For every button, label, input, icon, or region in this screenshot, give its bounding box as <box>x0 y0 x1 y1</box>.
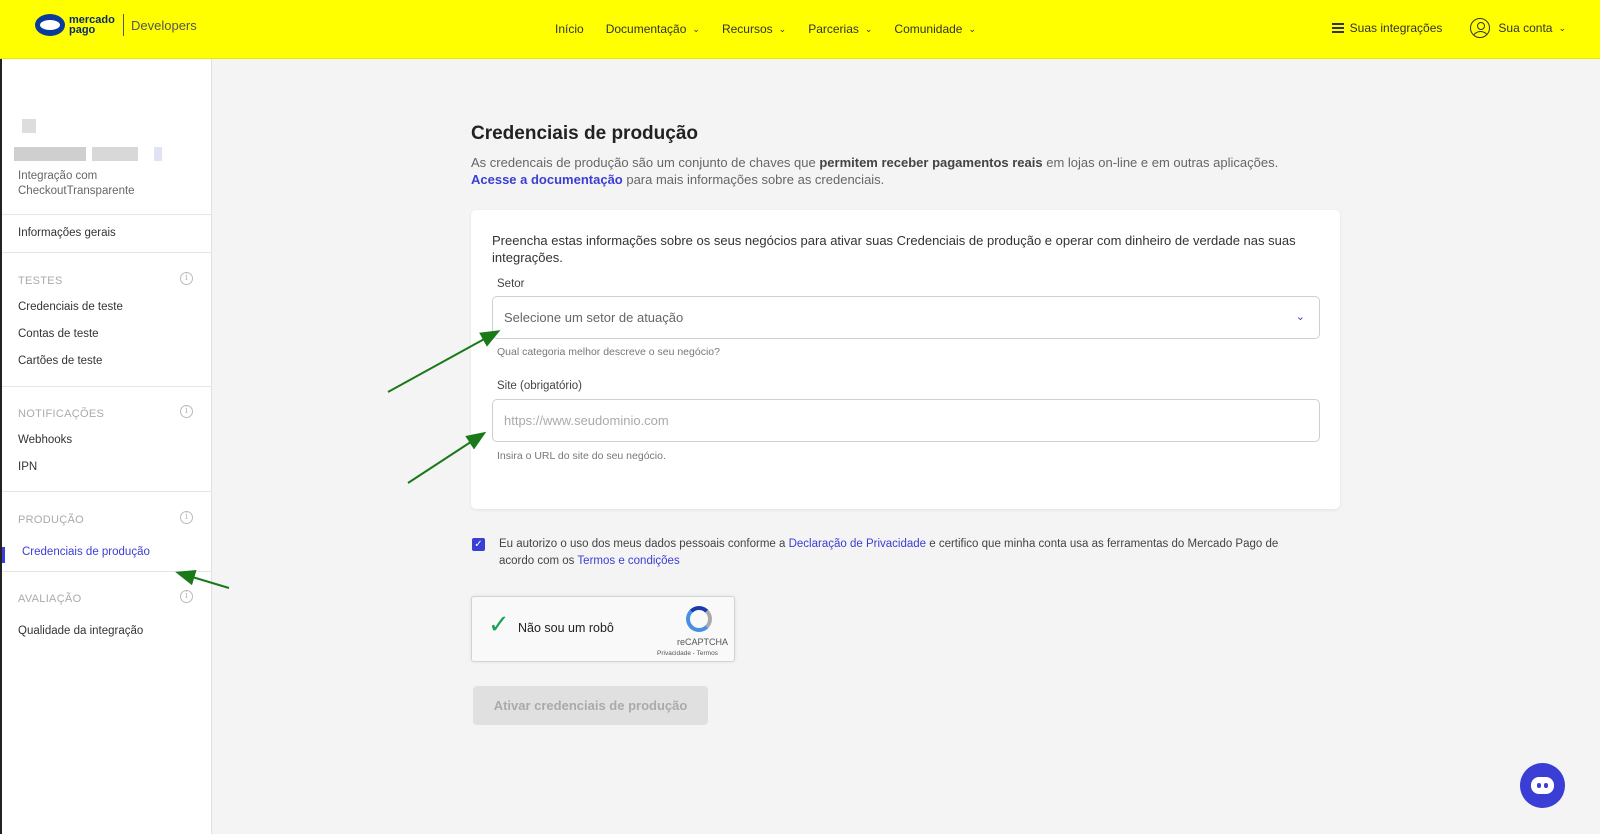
integrations-link[interactable]: Suas integrações <box>1331 21 1442 35</box>
divider <box>2 252 212 253</box>
app-description: Integração com CheckoutTransparente <box>18 170 135 197</box>
site-helper: Insira o URL do site do seu negócio. <box>497 450 666 462</box>
sidebar-item-webhooks[interactable]: Webhooks <box>18 434 72 446</box>
developers-label: Developers <box>131 17 197 33</box>
recaptcha-logo-icon <box>686 606 712 632</box>
info-icon[interactable]: i <box>180 590 193 603</box>
recaptcha-label: Não sou um robô <box>518 621 614 635</box>
recaptcha-widget[interactable]: ✓ Não sou um robô reCAPTCHA Privacidade … <box>471 596 735 662</box>
section-tests: TESTES <box>18 275 63 287</box>
checkmark-icon: ✓ <box>488 610 510 640</box>
info-icon[interactable]: i <box>180 272 193 285</box>
sidebar-item-test-accounts[interactable]: Contas de teste <box>18 328 99 340</box>
sidebar-item-integration-quality[interactable]: Qualidade da integração <box>18 625 143 637</box>
card-intro: Preencha estas informações sobre os seus… <box>492 233 1296 265</box>
sidebar-item-production-credentials[interactable]: Credenciais de produção <box>22 546 150 558</box>
divider <box>2 214 212 215</box>
divider <box>2 491 212 492</box>
sidebar-item-test-credentials[interactable]: Credenciais de teste <box>18 301 123 313</box>
consent-checkbox[interactable]: ✓ <box>472 538 485 551</box>
nav-documentacao[interactable]: Documentação ⌄ <box>606 22 700 36</box>
main-nav: Início Documentação ⌄ Recursos ⌄ Parcerias… <box>555 22 998 36</box>
nav-comunidade[interactable]: Comunidade ⌄ <box>894 22 976 36</box>
mercado-pago-logo[interactable]: mercado pago Developers <box>35 14 197 36</box>
chevron-down-icon: ⌄ <box>864 23 873 34</box>
info-icon[interactable]: i <box>180 405 193 418</box>
list-icon <box>1331 23 1344 33</box>
app-name-blurred <box>14 147 86 161</box>
sidebar: Integração com CheckoutTransparente Info… <box>0 59 212 834</box>
divider <box>2 571 212 572</box>
bot-icon <box>1531 777 1554 794</box>
nav-recursos[interactable]: Recursos ⌄ <box>722 22 786 36</box>
logo-wordmark: mercado pago <box>69 14 115 36</box>
app-name-blurred <box>154 147 162 161</box>
site-input[interactable]: https://www.seudominio.com <box>492 399 1320 442</box>
nav-inicio[interactable]: Início <box>555 22 584 36</box>
terms-link[interactable]: Termos e condições <box>577 555 679 567</box>
chevron-down-icon: ⌄ <box>1295 311 1305 323</box>
top-header: mercado pago Developers Início Documenta… <box>0 0 1600 59</box>
sidebar-item-test-cards[interactable]: Cartões de teste <box>18 355 102 367</box>
sector-select[interactable]: Selecione um setor de atuação ⌄ <box>492 296 1320 339</box>
recaptcha-brand: reCAPTCHA <box>677 637 729 647</box>
app-avatar-blurred <box>22 119 36 133</box>
user-icon <box>1470 18 1491 38</box>
privacy-declaration-link[interactable]: Declaração de Privacidade <box>789 538 926 550</box>
account-menu[interactable]: Sua conta ⌄ <box>1470 18 1566 38</box>
chevron-down-icon: ⌄ <box>1558 22 1566 33</box>
sidebar-item-general-info[interactable]: Informações gerais <box>18 227 116 239</box>
logo-divider <box>123 14 124 36</box>
business-info-card: Preencha estas informações sobre os seus… <box>471 210 1340 509</box>
chat-bot-button[interactable] <box>1520 763 1565 808</box>
header-actions: Suas integrações Sua conta ⌄ <box>1331 18 1566 38</box>
site-label: Site (obrigatório) <box>497 380 583 392</box>
section-production: PRODUÇÃO <box>18 514 84 526</box>
handshake-icon <box>35 14 65 36</box>
app-name-blurred <box>92 147 138 161</box>
active-indicator <box>2 547 5 563</box>
section-evaluation: AVALIAÇÃO <box>18 593 82 605</box>
chevron-down-icon: ⌄ <box>968 23 977 34</box>
sector-helper: Qual categoria melhor descreve o seu neg… <box>497 346 720 358</box>
sector-label: Setor <box>497 278 525 290</box>
page-title: Credenciais de produção <box>471 123 699 144</box>
documentation-link[interactable]: Acesse a documentação <box>471 172 623 187</box>
sidebar-item-ipn[interactable]: IPN <box>18 461 37 473</box>
recaptcha-terms[interactable]: Privacidade - Termos <box>657 650 718 657</box>
chevron-down-icon: ⌄ <box>692 23 700 34</box>
info-icon[interactable]: i <box>180 511 193 524</box>
divider <box>2 386 212 387</box>
section-notifications: NOTIFICAÇÕES <box>18 408 105 420</box>
nav-parcerias[interactable]: Parcerias ⌄ <box>808 22 872 36</box>
page-description: As credencais de produção são um conjunt… <box>471 155 1279 187</box>
chevron-down-icon: ⌄ <box>778 23 787 34</box>
activate-credentials-button[interactable]: Ativar credenciais de produção <box>473 686 708 725</box>
privacy-consent: ✓ Eu autorizo o uso dos meus dados pesso… <box>472 536 1312 570</box>
